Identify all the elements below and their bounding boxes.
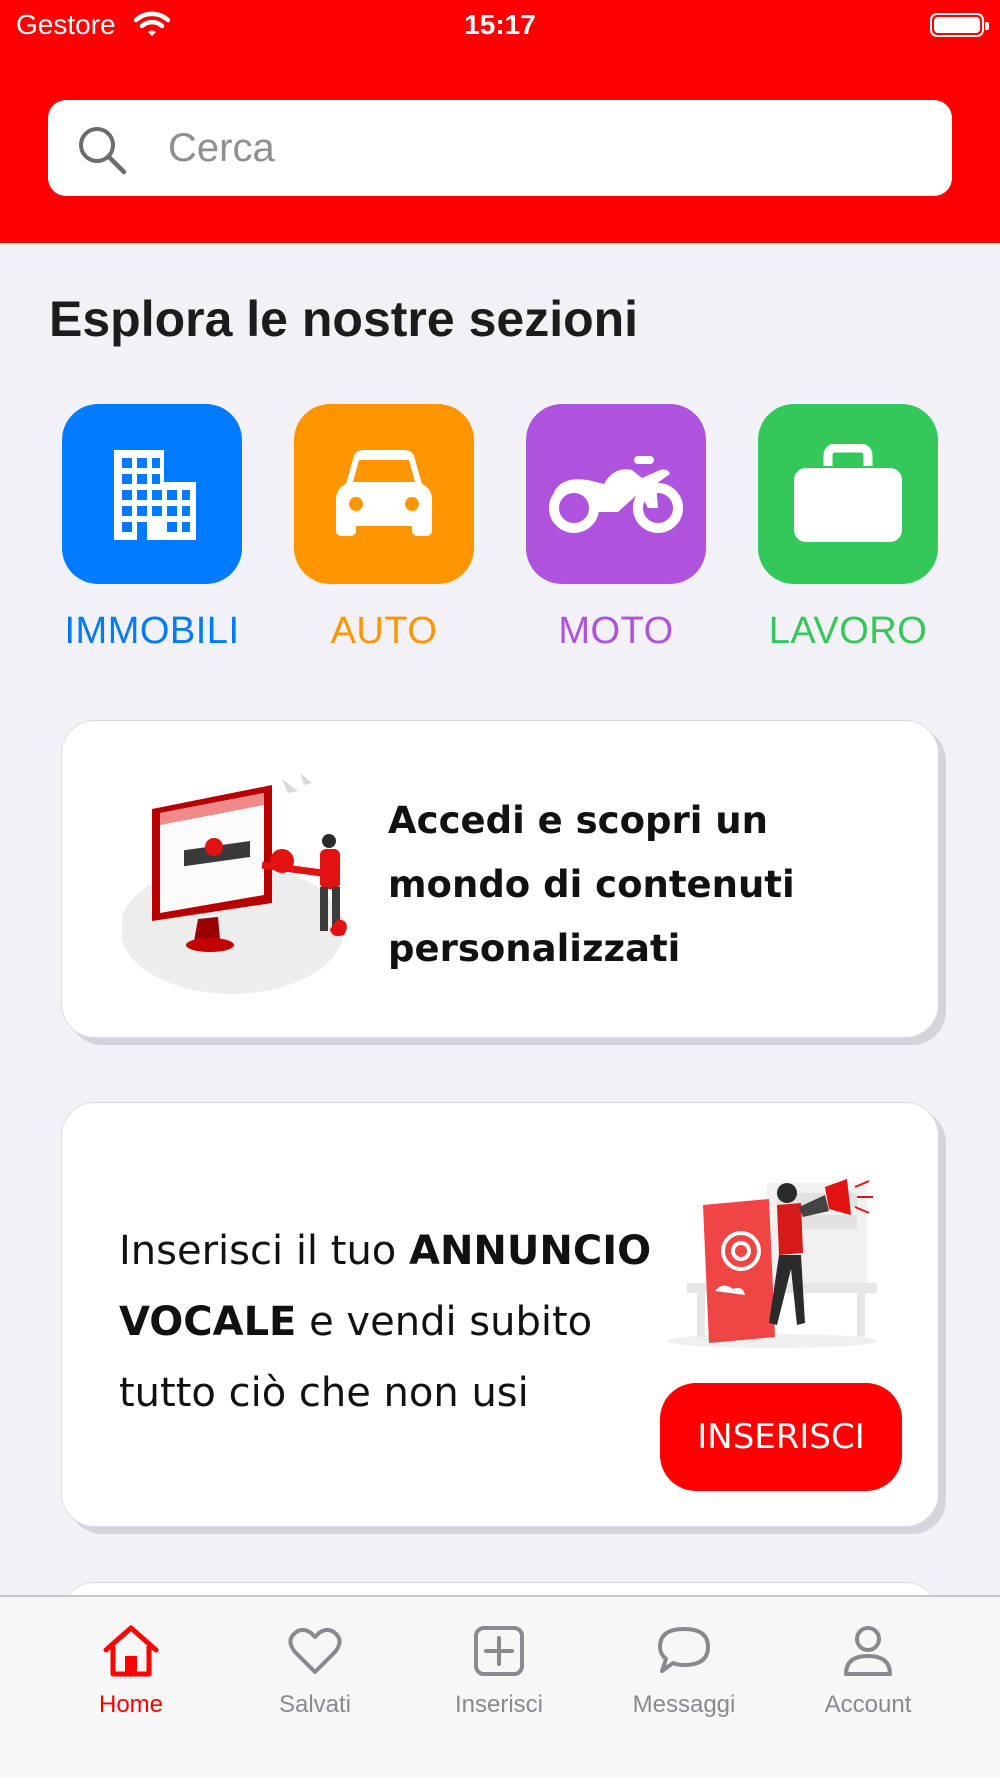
search-input[interactable] xyxy=(168,118,928,178)
tab-label: Salvati xyxy=(278,1691,352,1718)
tab-messaggi[interactable]: Messaggi xyxy=(592,1619,776,1719)
home-icon xyxy=(39,1619,223,1683)
chat-bubble-icon xyxy=(592,1619,776,1683)
megaphone-illustration xyxy=(657,1173,887,1358)
section-label: LAVORO xyxy=(768,610,928,652)
section-label: AUTO xyxy=(330,610,438,652)
section-label: IMMOBILI xyxy=(64,610,240,652)
person-icon xyxy=(776,1619,960,1683)
voice-ad-text-prefix: Inserisci il tuo xyxy=(119,1228,409,1274)
plus-square-icon xyxy=(407,1619,591,1683)
tab-bar: Home Salvati Inserisci Messaggi Account xyxy=(0,1595,1000,1778)
tab-label: Account xyxy=(824,1691,912,1718)
tab-inserisci[interactable]: Inserisci xyxy=(407,1619,591,1719)
tab-home[interactable]: Home xyxy=(39,1619,223,1719)
login-promo-text: Accedi e scopri un mondo di contenuti pe… xyxy=(388,799,795,970)
login-promo-card[interactable]: Accedi e scopri un mondo di contenuti pe… xyxy=(61,720,939,1038)
tab-account[interactable]: Account xyxy=(776,1619,960,1719)
heart-icon xyxy=(223,1619,407,1683)
briefcase-icon xyxy=(758,404,938,584)
motorcycle-icon xyxy=(526,404,706,584)
tab-label: Inserisci xyxy=(454,1691,544,1718)
battery-icon xyxy=(930,13,989,37)
tab-label: Messaggi xyxy=(632,1691,736,1718)
section-label: MOTO xyxy=(558,610,674,652)
section-lavoro[interactable]: LAVORO xyxy=(758,404,938,653)
section-immobili[interactable]: IMMOBILI xyxy=(62,404,242,653)
login-illustration xyxy=(120,769,352,1004)
clock: 15:17 xyxy=(464,9,536,40)
status-bar: Gestore 15:17 xyxy=(0,0,1000,50)
section-moto[interactable]: MOTO xyxy=(526,404,706,653)
search-icon xyxy=(76,124,128,181)
building-icon xyxy=(62,404,242,584)
header: Gestore 15:17 xyxy=(0,0,1000,243)
voice-ad-text: Inserisci il tuo ANNUNCIO VOCALE e vendi… xyxy=(119,1216,659,1429)
search-bar[interactable] xyxy=(48,100,952,196)
car-icon xyxy=(294,404,474,584)
sections-title: Esplora le nostre sezioni xyxy=(49,291,639,347)
insert-ad-button[interactable]: INSERISCI xyxy=(660,1383,902,1491)
tab-label: Home xyxy=(98,1691,164,1718)
tab-salvati[interactable]: Salvati xyxy=(223,1619,407,1719)
section-auto[interactable]: AUTO xyxy=(294,404,474,653)
voice-ad-card: Inserisci il tuo ANNUNCIO VOCALE e vendi… xyxy=(61,1102,939,1527)
